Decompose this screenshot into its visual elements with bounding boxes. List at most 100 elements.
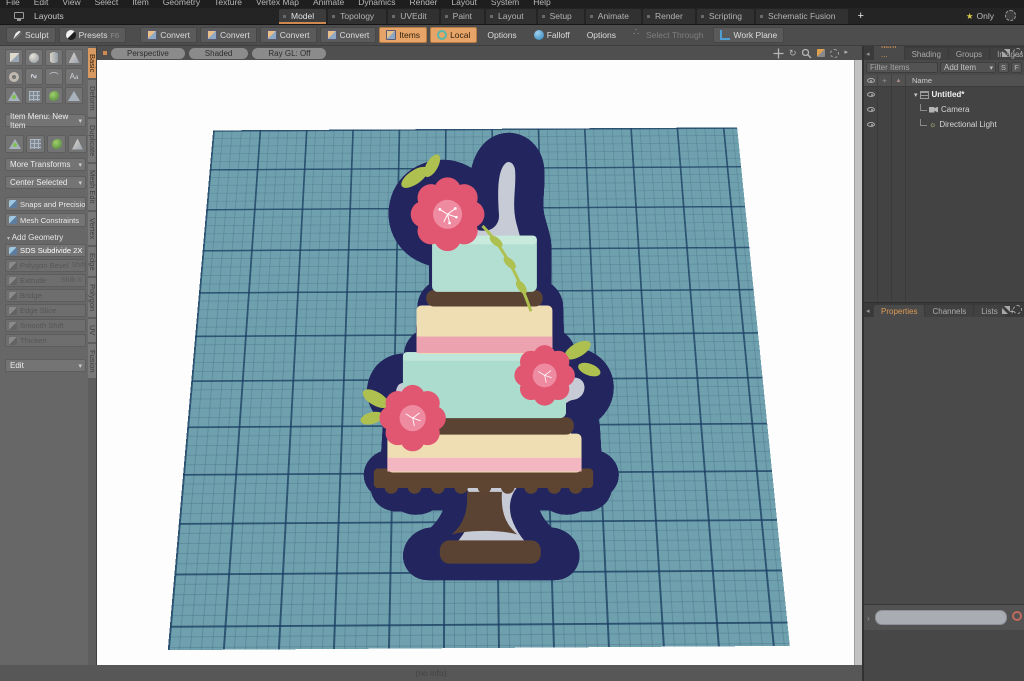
center-selected-dropdown[interactable]: Center Selected — [5, 176, 86, 189]
render-column-header[interactable]: ▲ — [892, 75, 906, 86]
tool-extrude[interactable]: ExtrudeShift-X — [5, 274, 86, 287]
menu-layout[interactable]: Layout — [451, 0, 477, 7]
tab-render[interactable]: Render — [643, 9, 695, 24]
curve-tool-button[interactable]: ⌒ — [45, 68, 63, 85]
uv-grid-button[interactable] — [26, 135, 45, 153]
menu-edit[interactable]: Edit — [34, 0, 49, 7]
tab-item-list[interactable]: Item ... — [874, 46, 904, 60]
presets-button[interactable]: PresetsF6 — [59, 27, 127, 43]
tab-properties[interactable]: Properties — [874, 305, 924, 317]
shading-mode-button[interactable]: Shaded — [189, 48, 249, 59]
tab-lists[interactable]: Lists — [974, 305, 1004, 317]
lock-column-header[interactable]: + — [878, 75, 892, 86]
cake-cookie-cutter-model[interactable] — [335, 124, 665, 586]
sculpt-button[interactable]: Sculpt — [6, 27, 56, 43]
tab-paint[interactable]: Paint — [441, 9, 484, 24]
vtab-deform[interactable]: Deform — [88, 80, 97, 117]
eye-icon[interactable] — [867, 92, 875, 97]
vtab-vertex[interactable]: Vertex — [88, 212, 97, 245]
gear-icon[interactable] — [1005, 10, 1016, 21]
eye-icon[interactable] — [867, 122, 875, 127]
tab-topology[interactable]: Topology — [328, 9, 386, 24]
convert-button-2[interactable]: Convert — [200, 27, 257, 43]
convert-button-3[interactable]: Convert — [260, 27, 317, 43]
tool-smooth-shift[interactable]: Smooth Shift — [5, 319, 86, 332]
tab-layout[interactable]: Layout — [486, 9, 536, 24]
layouts-monitor-icon[interactable] — [14, 12, 24, 19]
work-plane-button[interactable]: Work Plane — [713, 27, 784, 43]
tab-shading[interactable]: Shading — [905, 48, 948, 60]
visibility-column-header[interactable] — [864, 75, 878, 86]
tab-animate[interactable]: Animate — [586, 9, 641, 24]
tab-channels[interactable]: Channels — [925, 305, 973, 317]
expand-panel-icon[interactable] — [1002, 306, 1010, 314]
menu-dynamics[interactable]: Dynamics — [358, 0, 395, 7]
spiral-tool-button[interactable]: ∿ — [25, 68, 43, 85]
chevron-left-icon[interactable]: ◂ — [866, 307, 870, 315]
options-button-1[interactable]: Options — [480, 27, 523, 43]
select-through-button[interactable]: Select Through — [626, 27, 711, 43]
menu-item[interactable]: Item — [132, 0, 149, 7]
add-tab-button[interactable]: + — [850, 9, 872, 24]
tool-edge-slice[interactable]: Edge Slice — [5, 304, 86, 317]
tool-sds-subdivide[interactable]: SDS Subdivide 2X — [5, 244, 86, 257]
menu-select[interactable]: Select — [95, 0, 119, 7]
menu-geometry[interactable]: Geometry — [163, 0, 200, 7]
expand-triangle-icon[interactable]: ▾ — [914, 91, 918, 99]
edit-dropdown[interactable]: Edit — [5, 359, 86, 372]
tab-uvedit[interactable]: UVEdit — [388, 9, 438, 24]
chevron-right-icon[interactable]: ▸ — [844, 47, 848, 59]
record-ring-icon[interactable] — [1012, 611, 1022, 621]
convert-button-4[interactable]: Convert — [320, 27, 377, 43]
menu-animate[interactable]: Animate — [313, 0, 344, 7]
more-transforms-dropdown[interactable]: More Transforms — [5, 158, 86, 171]
primitive-sphere-button[interactable] — [25, 49, 43, 66]
tab-model[interactable]: Model — [279, 9, 326, 24]
filter-items-input[interactable] — [866, 62, 938, 73]
mesh-pyramid-button[interactable] — [65, 87, 83, 104]
primitive-cube-button[interactable] — [5, 49, 23, 66]
menu-file[interactable]: File — [6, 0, 20, 7]
tab-groups[interactable]: Groups — [949, 48, 989, 60]
mesh-constraints-button[interactable]: Mesh Constraints — [5, 213, 86, 227]
eye-icon[interactable] — [867, 107, 875, 112]
gear-icon[interactable] — [1013, 48, 1022, 57]
vtab-fusion[interactable]: Fusion — [88, 344, 97, 379]
vtab-polygon[interactable]: Polygon — [88, 278, 97, 317]
chevron-left-icon[interactable]: ◂ — [866, 50, 870, 58]
gear-icon[interactable] — [1013, 305, 1022, 314]
gear-icon[interactable] — [830, 49, 839, 58]
raygl-button[interactable]: Ray GL: Off — [252, 48, 326, 59]
item-row-camera[interactable]: Camera — [864, 102, 1024, 117]
orbit-icon[interactable]: ↻ — [789, 47, 797, 59]
layouts-button[interactable]: Layouts — [34, 11, 64, 21]
pan-icon[interactable] — [773, 48, 784, 59]
menu-help[interactable]: Help — [533, 0, 550, 7]
zoom-icon[interactable] — [801, 48, 812, 59]
vtab-basic[interactable]: Basic — [88, 48, 97, 78]
f-button[interactable]: F — [1011, 62, 1022, 73]
items-mode-button[interactable]: Items — [379, 27, 427, 43]
tool-thicken[interactable]: Thicken — [5, 334, 86, 347]
item-row-untitled[interactable]: ▾ Untitled* — [864, 87, 1024, 102]
transform-tool-button[interactable] — [5, 135, 24, 153]
vtab-duplicate[interactable]: Duplicate — [88, 119, 97, 162]
organic-tool-button[interactable] — [45, 87, 63, 104]
vtab-edge[interactable]: Edge — [88, 247, 97, 277]
menu-render[interactable]: Render — [410, 0, 438, 7]
local-mode-button[interactable]: Local — [430, 27, 477, 43]
options-button-2[interactable]: Options — [580, 27, 623, 43]
menu-vertex-map[interactable]: Vertex Map — [256, 0, 299, 7]
tool-polygon-bevel[interactable]: Polygon BevelShift-B — [5, 259, 86, 272]
only-filter[interactable]: ★Only — [966, 11, 994, 22]
vtab-uv[interactable]: UV — [88, 319, 97, 341]
primitive-cylinder-button[interactable] — [45, 49, 63, 66]
convert-button-1[interactable]: Convert — [140, 27, 197, 43]
tool-bridge[interactable]: Bridge — [5, 289, 86, 302]
text-tool-button[interactable]: Aa — [65, 68, 83, 85]
viewport-options-icon[interactable] — [817, 49, 825, 57]
sculpt-blob-button[interactable] — [47, 135, 66, 153]
item-menu-dropdown[interactable]: Item Menu: New Item — [5, 114, 86, 127]
snaps-precision-button[interactable]: Snaps and Precision — [5, 197, 86, 211]
add-item-dropdown[interactable]: Add Item — [940, 62, 996, 73]
